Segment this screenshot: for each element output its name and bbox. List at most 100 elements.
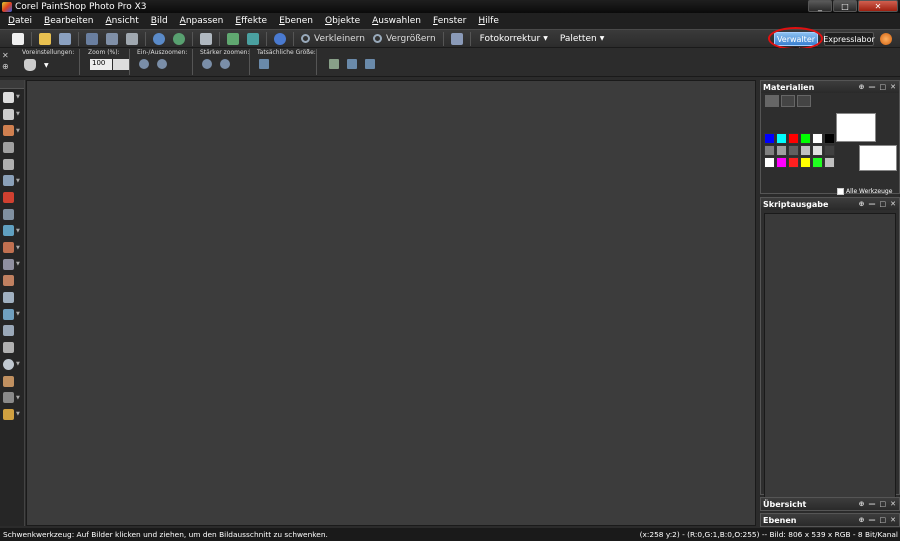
swatch[interactable]	[800, 145, 811, 156]
close-icon[interactable]: ✕	[890, 200, 896, 208]
zoom-more-out-icon[interactable]	[202, 59, 212, 69]
swatch[interactable]	[764, 133, 775, 144]
tool-text[interactable]	[0, 339, 24, 356]
menu-fenster[interactable]: Fenster	[427, 16, 472, 26]
overview-header[interactable]: Übersicht ⊕ — □ ✕	[761, 498, 899, 510]
tools-palette-header[interactable]	[0, 80, 24, 89]
swatch[interactable]	[788, 157, 799, 168]
minimize-icon[interactable]: —	[869, 83, 876, 91]
menu-auswahlen[interactable]: Auswahlen	[366, 16, 427, 26]
swatch[interactable]	[824, 157, 835, 168]
fit-image-icon[interactable]	[347, 59, 357, 69]
tool-makeover[interactable]: ▼	[0, 122, 24, 139]
maximize-icon[interactable]: □	[880, 516, 887, 524]
toolbar-grip[interactable]: ✕ ⊕	[2, 50, 10, 72]
save-icon[interactable]	[86, 32, 98, 45]
workspace-canvas[interactable]	[26, 80, 756, 526]
swatch[interactable]	[812, 133, 823, 144]
menu-hilfe[interactable]: Hilfe	[472, 16, 505, 26]
info-icon[interactable]	[274, 32, 286, 45]
browse-icon[interactable]	[59, 32, 71, 45]
close-icon[interactable]: ✕	[890, 500, 896, 508]
tool-pan[interactable]: ▼	[0, 89, 24, 106]
tab-expresslabor[interactable]: Expresslabor	[823, 32, 875, 46]
windows-dropdown-icon[interactable]	[450, 32, 463, 45]
tab-rainbow[interactable]	[781, 95, 795, 107]
zoom-in-button[interactable]: Vergrößern	[372, 34, 436, 44]
pin-icon[interactable]: ⊕	[859, 516, 865, 524]
swatch[interactable]	[824, 145, 835, 156]
menu-ebenen[interactable]: Ebenen	[273, 16, 319, 26]
menu-bearbeiten[interactable]: Bearbeiten	[38, 16, 99, 26]
print-icon[interactable]	[126, 32, 138, 45]
swatch[interactable]	[788, 133, 799, 144]
tool-crop[interactable]	[0, 156, 24, 173]
chevron-down-icon[interactable]: ▼	[44, 62, 49, 69]
tool-brush[interactable]: ▼	[0, 239, 24, 256]
swatch[interactable]	[824, 133, 835, 144]
tool-selection[interactable]	[0, 206, 24, 223]
tool-clone[interactable]	[0, 273, 24, 290]
swatch[interactable]	[776, 157, 787, 168]
tab-frame[interactable]	[765, 95, 779, 107]
menu-datei[interactable]: Datei	[2, 16, 38, 26]
minimize-icon[interactable]: —	[869, 500, 876, 508]
pin-icon[interactable]: ⊕	[859, 200, 865, 208]
maximize-icon[interactable]: □	[880, 500, 887, 508]
tool-eraser[interactable]	[0, 323, 24, 340]
fit-screen-icon[interactable]	[365, 59, 375, 69]
swatch[interactable]	[800, 133, 811, 144]
tab-swatches[interactable]	[797, 95, 811, 107]
zoom-out-button[interactable]: Verkleinern	[301, 34, 365, 44]
zoom-stepper[interactable]	[113, 59, 129, 70]
swatch[interactable]	[812, 145, 823, 156]
save-as-icon[interactable]	[106, 32, 118, 45]
redo-icon[interactable]	[173, 32, 185, 45]
copy-icon[interactable]	[247, 32, 259, 45]
pin-icon[interactable]: ⊕	[859, 83, 865, 91]
swatch[interactable]	[776, 145, 787, 156]
close-icon[interactable]: ✕	[890, 516, 896, 524]
menu-anpassen[interactable]: Anpassen	[174, 16, 230, 26]
open-folder-icon[interactable]	[39, 32, 51, 45]
menu-bild[interactable]: Bild	[145, 16, 174, 26]
swatch[interactable]	[812, 157, 823, 168]
tool-retouch[interactable]	[0, 289, 24, 306]
layers-header[interactable]: Ebenen ⊕ — □ ✕	[761, 514, 899, 526]
minimize-icon[interactable]: —	[869, 200, 876, 208]
minimize-button[interactable]: _	[808, 0, 832, 12]
cut-icon[interactable]	[227, 32, 239, 45]
tool-pick[interactable]: ▼	[0, 106, 24, 123]
materials-panel-header[interactable]: Materialien ⊕ — □ ✕	[761, 81, 899, 93]
edit-icon[interactable]	[200, 32, 212, 45]
maximize-icon[interactable]: □	[880, 83, 887, 91]
actual-size-icon[interactable]	[259, 59, 269, 69]
undo-icon[interactable]	[153, 32, 165, 45]
swatch[interactable]	[764, 145, 775, 156]
minimize-icon[interactable]: —	[869, 516, 876, 524]
menu-objekte[interactable]: Objekte	[319, 16, 366, 26]
swatch[interactable]	[800, 157, 811, 168]
tool-shape[interactable]: ▼	[0, 356, 24, 373]
tool-dropper[interactable]	[0, 139, 24, 156]
swatch[interactable]	[788, 145, 799, 156]
tool-red-eye[interactable]	[0, 189, 24, 206]
zoom-in-icon[interactable]	[157, 59, 167, 69]
zoom-out-icon[interactable]	[139, 59, 149, 69]
tool-text-shape[interactable]: ▼	[0, 223, 24, 240]
pin-icon[interactable]: ⊕	[859, 500, 865, 508]
fotokorrektur-menu[interactable]: Fotokorrektur ▼	[480, 34, 548, 44]
background-color[interactable]	[859, 145, 897, 171]
close-button[interactable]: ✕	[858, 0, 898, 12]
close-icon[interactable]: ✕	[890, 83, 896, 91]
tool-straighten[interactable]: ▼	[0, 172, 24, 189]
maximize-button[interactable]: □	[833, 0, 857, 12]
foreground-color[interactable]	[836, 113, 876, 142]
new-file-icon[interactable]	[12, 32, 24, 45]
menu-effekte[interactable]: Effekte	[229, 16, 273, 26]
fit-window-icon[interactable]	[329, 59, 339, 69]
pan-preset-icon[interactable]	[24, 59, 36, 71]
all-tools-checkbox[interactable]: Alle Werkzeuge	[837, 188, 892, 195]
feedback-icon[interactable]	[880, 33, 892, 45]
menu-ansicht[interactable]: Ansicht	[100, 16, 145, 26]
